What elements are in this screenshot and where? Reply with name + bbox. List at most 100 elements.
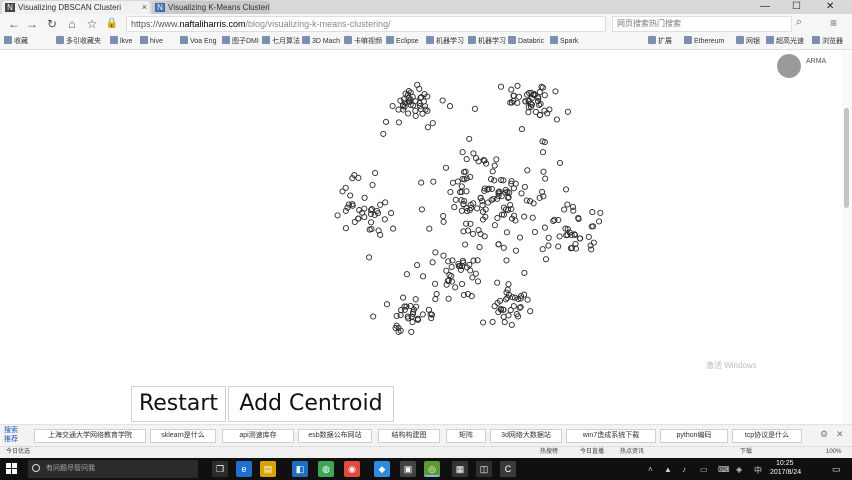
keyboard-icon[interactable]: ⌨ xyxy=(718,465,730,474)
terminal-icon[interactable]: C xyxy=(500,461,516,477)
data-point xyxy=(589,209,596,216)
bookmark-item[interactable]: Ethereum xyxy=(684,34,724,49)
data-point xyxy=(440,252,447,259)
hot-search-chip[interactable]: esb数据公布网站 xyxy=(298,429,372,443)
scrollbar-thumb[interactable] xyxy=(844,108,849,208)
taskbar-search-input[interactable]: 有问题尽管问我 xyxy=(28,460,198,478)
bookmark-item[interactable]: 收藏 xyxy=(4,34,28,49)
edge-browser-icon[interactable]: e xyxy=(236,461,252,477)
forward-arrow-icon[interactable]: → xyxy=(24,16,40,32)
app-icon[interactable]: ◍ xyxy=(318,461,334,477)
app-icon[interactable]: ▦ xyxy=(452,461,468,477)
data-point xyxy=(408,328,415,335)
chevron-up-icon[interactable]: ˄ xyxy=(648,465,653,474)
tab-title: Visualizing DBSCAN Clusteri xyxy=(18,3,121,12)
windows-start-icon[interactable] xyxy=(6,463,18,475)
hot-search-chip[interactable]: 矩阵 xyxy=(446,429,486,443)
status-item[interactable]: 热搜榜 xyxy=(540,447,558,458)
app-icon[interactable]: ◉ xyxy=(344,461,360,477)
close-window-icon[interactable]: ✕ xyxy=(826,0,834,14)
bookmark-item[interactable]: 网银 xyxy=(736,34,760,49)
browser-tab-dbscan[interactable]: N Visualizing DBSCAN Clusteri × xyxy=(2,1,150,14)
clock-time[interactable]: 10:25 xyxy=(776,460,794,467)
bookmark-item[interactable]: Spark xyxy=(550,34,578,49)
clock-date[interactable]: 2017/8/24 xyxy=(770,469,801,476)
notification-icon[interactable]: ▭ xyxy=(832,464,841,475)
status-item[interactable]: 今日优选 xyxy=(6,447,30,458)
bookmark-item[interactable]: 多引收藏夹 xyxy=(56,34,101,49)
hot-search-chip[interactable]: api测速库存 xyxy=(222,429,294,443)
file-explorer-icon[interactable]: ▤ xyxy=(260,461,276,477)
hot-search-chip[interactable]: sklearn是什么 xyxy=(150,429,216,443)
data-point xyxy=(540,168,547,175)
bookmark-item[interactable]: Eclipse xyxy=(386,34,419,49)
star-icon[interactable]: ☆ xyxy=(84,16,100,32)
search-icon[interactable]: ⌕ xyxy=(796,16,802,29)
bookmark-item[interactable]: 七月算法 xyxy=(262,34,300,49)
hot-search-chip[interactable]: 上海交通大学网络教育学院 xyxy=(34,429,146,443)
bookmark-item[interactable]: Voa Eng xyxy=(180,34,216,49)
data-point xyxy=(480,319,487,326)
data-point xyxy=(521,269,528,276)
home-icon[interactable]: ⌂ xyxy=(64,16,80,32)
bookmark-item[interactable]: 机器学习 xyxy=(426,34,464,49)
bookmark-item[interactable]: hive xyxy=(140,34,163,49)
data-point xyxy=(469,230,477,237)
hot-search-chip[interactable]: 3d网络大数据站 xyxy=(490,429,562,443)
add-centroid-button[interactable]: Add Centroid xyxy=(228,386,394,422)
bookmark-item[interactable]: 卡嘛视频 xyxy=(344,34,382,49)
maximize-icon[interactable]: ☐ xyxy=(792,0,801,14)
bookmark-item[interactable]: 浏览器 xyxy=(812,34,843,49)
app-icon[interactable]: ◫ xyxy=(476,461,492,477)
user-avatar[interactable] xyxy=(777,54,801,78)
battery-icon[interactable]: ▭ xyxy=(700,465,708,474)
menu-icon[interactable]: ≡ xyxy=(830,16,837,30)
scatter-plot[interactable] xyxy=(0,50,842,430)
bookmark-item[interactable]: 扩展 xyxy=(648,34,672,49)
app-icon[interactable]: ◆ xyxy=(374,461,390,477)
status-item[interactable]: 今日直播 xyxy=(580,447,604,458)
status-item[interactable]: 热点资讯 xyxy=(620,447,644,458)
data-point xyxy=(545,242,552,249)
data-point xyxy=(521,183,528,190)
data-point xyxy=(564,201,571,208)
bookmark-item[interactable]: Databric xyxy=(508,34,544,49)
hot-search-chip[interactable]: tcp协议是什么 xyxy=(732,429,802,443)
bookmark-item[interactable]: lkve xyxy=(110,34,132,49)
data-point xyxy=(596,218,603,225)
store-icon[interactable]: ◧ xyxy=(292,461,308,477)
hot-search-chip[interactable]: python编码 xyxy=(660,429,728,443)
network-icon[interactable]: ▲ xyxy=(664,465,672,474)
status-item[interactable]: 下载 xyxy=(740,447,752,458)
data-point xyxy=(443,267,450,274)
browser-app-icon[interactable]: ◎ xyxy=(424,461,440,477)
minimize-icon[interactable]: — xyxy=(760,0,770,14)
bookmark-item[interactable]: 3D Mach xyxy=(302,34,340,49)
browser-tab-kmeans[interactable]: N Visualizing K-Means Clusteri xyxy=(152,1,270,14)
bookmark-icon xyxy=(550,36,558,44)
url-input[interactable]: https://www.naftaliharris.com/blog/visua… xyxy=(126,16,606,32)
tab-close-icon[interactable]: × xyxy=(142,1,147,14)
gear-icon[interactable]: ⚙ xyxy=(820,429,828,440)
reload-icon[interactable]: ↻ xyxy=(44,16,60,32)
data-point xyxy=(414,262,421,269)
volume-icon[interactable]: ♪ xyxy=(682,465,686,474)
data-point xyxy=(432,249,439,256)
app-icon[interactable]: ▣ xyxy=(400,461,416,477)
close-icon[interactable]: ✕ xyxy=(836,429,844,440)
bookmark-item[interactable]: 超高光速 xyxy=(766,34,804,49)
bookmark-item[interactable]: 机器学习 xyxy=(468,34,506,49)
data-point xyxy=(440,218,447,225)
data-point xyxy=(432,280,439,287)
input-method-icon[interactable]: 中 xyxy=(754,465,762,476)
security-icon[interactable]: ◈ xyxy=(736,465,742,474)
browser-search-input[interactable]: 网页搜索热门搜索 xyxy=(612,16,792,32)
task-view-icon[interactable]: ❐ xyxy=(212,461,228,477)
back-arrow-icon[interactable]: ← xyxy=(6,16,22,32)
bookmark-item[interactable]: 图子DMI xyxy=(222,34,259,49)
zoom-level[interactable]: 100% xyxy=(826,447,841,458)
data-point xyxy=(347,192,354,199)
hot-search-chip[interactable]: 结构构建图 xyxy=(378,429,440,443)
restart-button[interactable]: Restart xyxy=(131,386,226,422)
hot-search-chip[interactable]: win7造成系统下载 xyxy=(566,429,656,443)
